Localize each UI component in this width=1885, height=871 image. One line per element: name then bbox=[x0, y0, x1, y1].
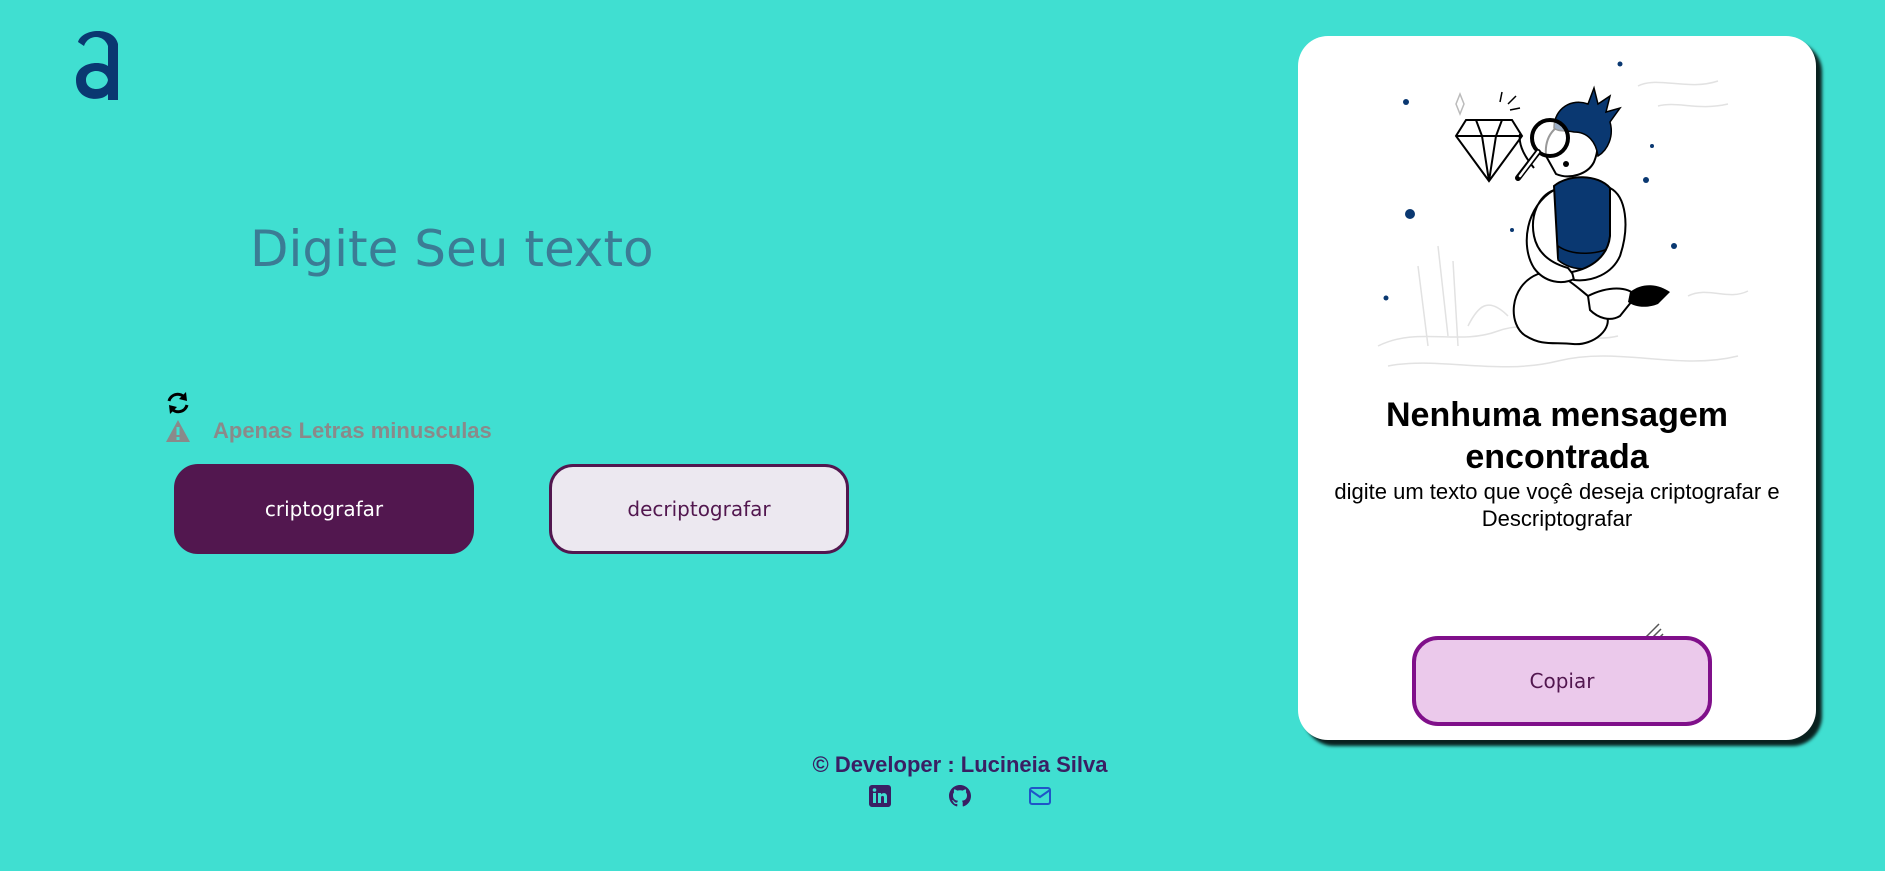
hint-text: Apenas Letras minusculas bbox=[213, 418, 492, 443]
social-links bbox=[760, 784, 1160, 808]
empty-message-title: Nenhuma mensagem encontrada bbox=[1386, 396, 1728, 476]
output-card: Nenhuma mensagem encontrada digite um te… bbox=[1298, 36, 1816, 740]
email-link[interactable] bbox=[1028, 784, 1052, 808]
footer: © Developer : Lucineia Silva bbox=[760, 752, 1160, 808]
github-link[interactable] bbox=[948, 784, 972, 808]
logo-icon bbox=[76, 31, 118, 100]
github-icon bbox=[949, 785, 971, 807]
email-icon bbox=[1029, 787, 1051, 805]
encrypt-button[interactable]: criptografar bbox=[174, 464, 474, 554]
linkedin-icon bbox=[869, 785, 891, 807]
developer-credit: © Developer : Lucineia Silva bbox=[812, 752, 1108, 777]
empty-message-subtitle: digite um texto que voçê deseja criptogr… bbox=[1334, 479, 1780, 531]
hint-row: Apenas Letras minusculas bbox=[165, 418, 492, 444]
refresh-icon[interactable] bbox=[165, 390, 191, 416]
warning-icon bbox=[166, 420, 190, 442]
message-input[interactable] bbox=[230, 220, 1130, 350]
person-with-magnifying-glass-illustration bbox=[1377, 61, 1749, 368]
decrypt-button[interactable]: decriptografar bbox=[549, 464, 849, 554]
copy-button[interactable]: Copiar bbox=[1412, 636, 1712, 726]
linkedin-link[interactable] bbox=[868, 784, 892, 808]
